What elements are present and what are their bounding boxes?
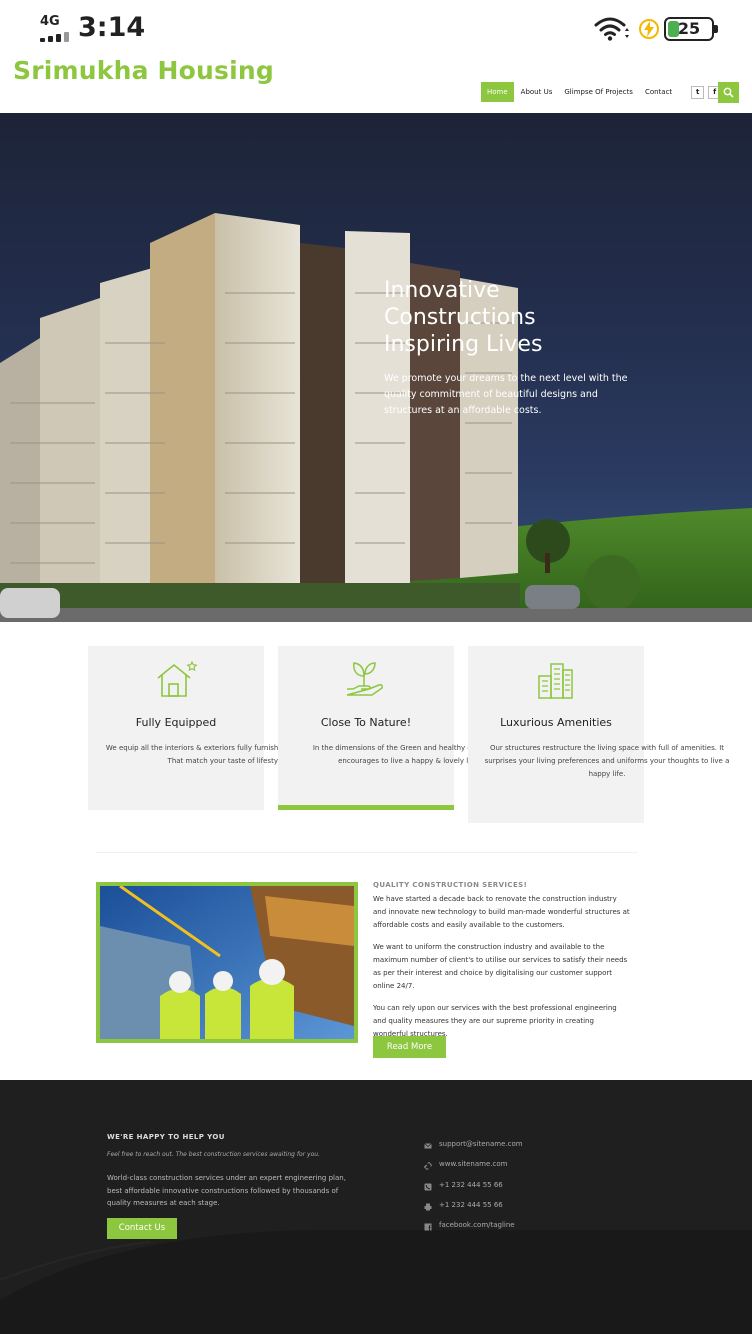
nav-contact[interactable]: Contact <box>640 82 677 102</box>
nav-home[interactable]: Home <box>481 82 514 102</box>
site-header: Srimukha Housing Home About Us Glimpse O… <box>0 56 752 112</box>
plant-hand-icon <box>346 662 383 696</box>
link-icon <box>424 1162 432 1171</box>
hero-title-line: Constructions <box>384 305 536 330</box>
hero-building-image <box>0 213 752 622</box>
footer-description: World-class construction services under … <box>107 1174 346 1207</box>
facebook-square-icon <box>424 1223 432 1232</box>
battery-icon: 25 <box>664 17 718 41</box>
about-section: QUALITY CONSTRUCTION SERVICES! We have s… <box>373 881 631 1041</box>
footer-tagline: Feel free to reach out. The best constru… <box>107 1151 320 1158</box>
network-type: 4G <box>40 14 60 29</box>
hero-title-line: Innovative <box>384 278 500 303</box>
section-divider <box>96 852 638 853</box>
envelope-icon <box>424 1143 432 1149</box>
nav-glimpse-of-projects[interactable]: Glimpse Of Projects <box>559 82 638 102</box>
construction-workers-image <box>96 882 358 1043</box>
main-nav: Home About Us Glimpse Of Projects Contac… <box>481 82 739 102</box>
status-bar: 4G 3:14 25 <box>0 0 752 56</box>
fax-icon <box>424 1203 432 1211</box>
hero-title-line: Inspiring Lives <box>384 332 543 357</box>
signal-bars-icon: 4G <box>40 14 72 42</box>
footer-heading: WE'RE HAPPY TO HELP YOU <box>107 1133 225 1141</box>
about-paragraph: We have started a decade back to renovat… <box>373 895 630 929</box>
feature-title: Luxurious Amenities <box>500 716 612 729</box>
site-logo[interactable]: Srimukha Housing <box>13 56 274 85</box>
feature-title: Close To Nature! <box>320 716 412 729</box>
house-icon <box>157 660 198 697</box>
contact-us-button[interactable]: Contact Us <box>107 1218 177 1239</box>
about-heading: QUALITY CONSTRUCTION SERVICES! <box>373 881 528 889</box>
buildings-icon <box>538 663 573 699</box>
hero-banner: Innovative Constructions Inspiring Lives… <box>0 113 752 622</box>
search-icon <box>723 87 734 98</box>
feature-text: Our structures restructure the living sp… <box>484 744 730 778</box>
feature-card-luxurious-amenities: Luxurious Amenities Our structures restr… <box>468 646 729 823</box>
wifi-icon <box>594 16 630 42</box>
hero-title: Innovative Constructions Inspiring Lives <box>384 277 684 358</box>
read-more-button[interactable]: Read More <box>373 1036 446 1058</box>
about-paragraph: We want to uniform the construction indu… <box>373 943 628 990</box>
hero-description: We promote your dreams to the next level… <box>384 373 628 416</box>
charging-bolt-icon <box>638 18 660 40</box>
search-button[interactable] <box>718 82 739 103</box>
nav-about-us[interactable]: About Us <box>516 82 558 102</box>
twitter-icon[interactable]: t <box>691 85 705 99</box>
feature-card-close-to-nature: Close To Nature! In the dimensions of th… <box>278 646 521 810</box>
feature-card-fully-equipped: Fully Equipped We equip all the interior… <box>88 646 348 810</box>
phone-icon <box>424 1183 432 1191</box>
site-footer: WE'RE HAPPY TO HELP YOU Feel free to rea… <box>0 1080 752 1334</box>
feature-cards: Fully Equipped We equip all the interior… <box>88 646 729 826</box>
feature-title: Fully Equipped <box>135 716 217 729</box>
status-time: 3:14 <box>78 12 146 43</box>
battery-level: 25 <box>677 19 701 38</box>
